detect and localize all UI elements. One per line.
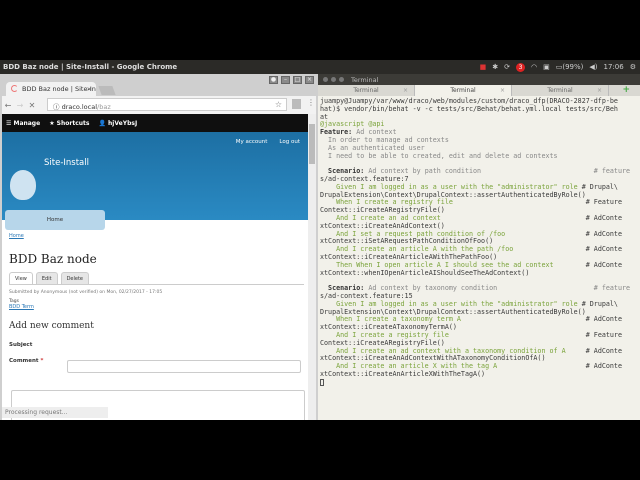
terminal-tab-2[interactable]: Terminal × [415,85,512,96]
stop-loading-icon[interactable]: ✕ [26,101,38,110]
page-scrollbar[interactable] [308,114,316,420]
terminal-line: I need to be able to created, edit and d… [320,151,558,160]
wifi-icon[interactable]: ◠ [531,63,537,71]
admin-toolbar: ☰ Manage ★ Shortcuts 👤 hjVeYbsJ [2,114,308,132]
terminal-tab-3[interactable]: Terminal × [512,85,609,96]
account-menu: My account Log out [236,139,300,145]
chrome-menu-icon[interactable]: ⋮ [307,98,315,107]
site-header: My account Log out Site-Install Home [2,132,308,230]
close-button[interactable]: × [305,76,314,84]
terminal-tab-1[interactable]: Terminal × [318,85,415,96]
chrome-window: ● – □ × BDD Baz node | Site-Install × ← … [0,74,318,420]
page-title: BDD Baz node [9,252,97,266]
volume-icon[interactable]: ◀) [589,63,597,71]
terminal-line: hat)$ vendor/bin/behat -v -c tests/src/B… [320,104,618,113]
address-bar[interactable]: ⓘ draco.local/baz ☆ [47,98,287,111]
web-page: ☰ Manage ★ Shortcuts 👤 hjVeYbsJ My accou… [2,114,308,420]
log-out-link[interactable]: Log out [279,139,300,145]
site-name[interactable]: Site-Install [44,158,89,168]
browser-tab[interactable]: BDD Baz node | Site-Install × [6,82,96,96]
toolbar-manage[interactable]: ☰ Manage [6,120,40,127]
bookmark-star-icon[interactable]: ☆ [275,100,282,109]
new-tab-plus-icon[interactable]: + [622,85,630,96]
settings-gear-icon[interactable]: ⚙ [630,63,636,71]
system-tray: ■ ✱ ⟳ 3 ◠ ▣ ▭(99%) ◀) 17:06 ⚙ [480,60,636,74]
tag-link[interactable]: BDD Term [9,304,308,310]
active-window-title: BDD Baz node | Site-Install - Google Chr… [3,63,178,71]
minimize-button[interactable] [331,77,336,82]
back-arrow-icon[interactable]: ← [2,101,14,110]
close-tab-icon[interactable]: × [403,85,408,96]
scrollbar-thumb[interactable] [309,124,315,164]
terminal-line: xtContext::iCreateAnArticleXWithTheTagA(… [320,369,486,378]
drupal-logo-icon[interactable] [10,170,36,200]
subject-input[interactable] [67,360,301,373]
record-icon[interactable]: ■ [480,63,487,71]
browser-toolbar: ← → ✕ ⓘ draco.local/baz ☆ ⋮ [2,96,316,114]
terminal-tabs: Terminal × Terminal × Terminal × + [318,85,640,96]
nav-home[interactable]: Home [5,210,105,230]
main-content: Home BDD Baz node View Edit Delete Submi… [2,220,308,364]
close-tab-icon[interactable]: × [597,85,602,96]
subject-label: Subject [9,342,33,348]
node-tabs: View Edit Delete [9,272,304,285]
comment-heading: Add new comment [9,321,94,331]
loading-spinner-icon [11,85,18,92]
sync-icon[interactable]: ⟳ [504,63,510,71]
breadcrumb-home[interactable]: Home [9,233,308,239]
keyboard-icon[interactable]: ▣ [543,63,550,71]
user-icon[interactable]: ● [269,76,278,84]
toolbar-shortcuts[interactable]: ★ Shortcuts [49,120,89,127]
terminal-window: Terminal Terminal × Terminal × Terminal × +… [318,74,640,420]
maximize-button[interactable] [339,77,344,82]
forward-arrow-icon[interactable]: → [14,101,26,110]
minimize-button[interactable]: – [281,76,290,84]
terminal-cursor [320,378,324,386]
extension-icon[interactable] [292,99,301,109]
new-tab-button[interactable] [98,86,116,95]
tab-edit[interactable]: Edit [35,272,58,284]
desktop: BDD Baz node | Site-Install - Google Chr… [0,60,640,420]
tab-delete[interactable]: Delete [60,272,89,284]
close-button[interactable] [323,77,328,82]
toolbar-user[interactable]: 👤 hjVeYbsJ [98,120,137,127]
terminal-line: xtContext::whenIOpenArticleAIShouldSeeTh… [320,268,530,277]
maximize-button[interactable]: □ [293,76,302,84]
notification-badge[interactable]: 3 [516,62,526,72]
clock[interactable]: 17:06 [604,63,624,71]
info-icon[interactable]: ⓘ [53,103,62,111]
tab-view[interactable]: View [9,272,33,284]
battery-indicator[interactable]: ▭(99%) [556,63,584,71]
close-tab-icon[interactable]: × [500,85,505,96]
submitted-info: Submitted by Anonymous (not verified) on… [9,290,163,295]
terminal-output[interactable]: juampy@Juampy/var/www/draco/web/modules/… [318,96,640,420]
terminal-titlebar: Terminal [318,74,640,85]
my-account-link[interactable]: My account [236,139,268,145]
bug-icon[interactable]: ✱ [492,63,498,71]
window-controls: ● – □ × [269,76,314,84]
status-bubble: Processing request... [2,407,108,418]
close-tab-icon[interactable]: × [87,85,92,93]
system-top-bar: BDD Baz node | Site-Install - Google Chr… [0,60,640,74]
